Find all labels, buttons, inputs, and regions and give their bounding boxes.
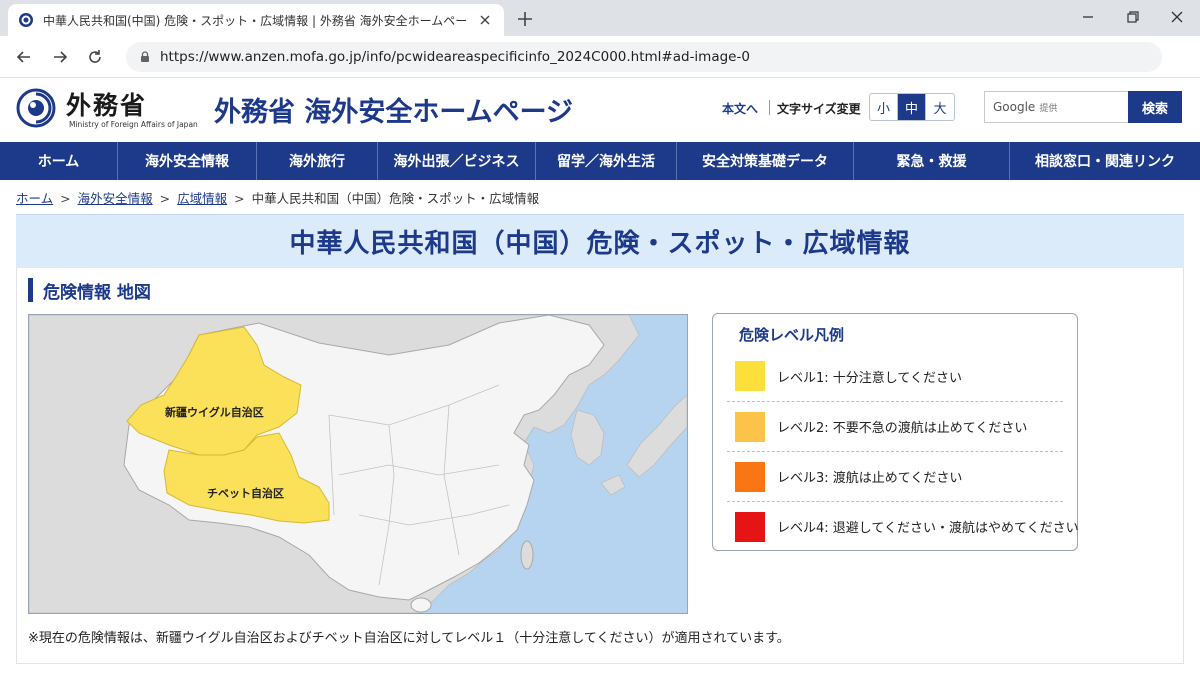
page-title-band: 中華人民共和国（中国）危険・スポット・広域情報 bbox=[16, 214, 1184, 268]
nav-item-basic-data[interactable]: 安全対策基礎データ bbox=[677, 142, 854, 180]
reload-icon[interactable] bbox=[85, 47, 105, 67]
legend-label: レベル3: 渡航は止めてください bbox=[777, 471, 963, 486]
search-brand: Google bbox=[993, 100, 1036, 114]
search-button[interactable]: 検索 bbox=[1128, 91, 1182, 123]
mofa-favicon-icon bbox=[19, 13, 33, 27]
address-bar[interactable]: https://www.anzen.mofa.go.jp/info/pcwide… bbox=[126, 42, 1162, 72]
nav-item-consultation[interactable]: 相談窓口・関連リンク bbox=[1010, 142, 1200, 180]
breadcrumb: ホーム > 海外安全情報 > 広域情報 > 中華人民共和国（中国）危険・スポット・広域情報 bbox=[16, 188, 539, 207]
legend-item-level4: レベル4: 退避してください・渡航はやめてください bbox=[727, 501, 1079, 551]
font-size-small-button[interactable]: 小 bbox=[870, 94, 898, 120]
minimize-icon[interactable] bbox=[1079, 8, 1097, 26]
close-tab-icon[interactable] bbox=[476, 11, 494, 29]
breadcrumb-separator: > bbox=[234, 191, 245, 206]
map-svg: 新疆ウイグル自治区 チベット自治区 bbox=[29, 315, 687, 613]
level2-swatch bbox=[735, 411, 765, 442]
search-input[interactable]: Google 提供 bbox=[984, 91, 1128, 123]
section-heading: 危険情報 地図 bbox=[28, 278, 151, 303]
hainan-island bbox=[410, 597, 432, 613]
legend-title: 危険レベル凡例 bbox=[739, 326, 845, 344]
level3-swatch bbox=[735, 461, 765, 492]
tab-title: 中華人民共和国(中国) 危険・スポット・広域情報 | 外務省 海外安全ホームペー… bbox=[43, 13, 468, 28]
breadcrumb-current: 中華人民共和国（中国）危険・スポット・広域情報 bbox=[251, 191, 540, 206]
nav-item-home[interactable]: ホーム bbox=[0, 142, 118, 180]
divider bbox=[769, 100, 770, 115]
global-nav: ホーム 海外安全情報 海外旅行 海外出張／ビジネス 留学／海外生活 安全対策基礎… bbox=[0, 142, 1200, 180]
legend-item-level2: レベル2: 不要不急の渡航は止めてください bbox=[727, 401, 1063, 451]
nav-item-emergency[interactable]: 緊急・救援 bbox=[854, 142, 1010, 180]
font-size-medium-button[interactable]: 中 bbox=[898, 94, 926, 120]
region-label-xinjiang: 新疆ウイグル自治区 bbox=[165, 405, 264, 419]
skip-to-content-link[interactable]: 本文へ bbox=[722, 100, 758, 117]
legend-item-level1: レベル1: 十分注意してください bbox=[727, 351, 1063, 401]
legend-item-level3: レベル3: 渡航は止めてください bbox=[727, 451, 1063, 501]
taiwan-island bbox=[520, 540, 534, 570]
danger-map: 新疆ウイグル自治区 チベット自治区 bbox=[28, 314, 688, 614]
ministry-name-en: Ministry of Foreign Affairs of Japan bbox=[69, 120, 198, 129]
close-window-icon[interactable] bbox=[1168, 8, 1186, 26]
region-label-tibet: チベット自治区 bbox=[207, 486, 284, 500]
nav-item-travel[interactable]: 海外旅行 bbox=[257, 142, 378, 180]
breadcrumb-link-wide-area[interactable]: 広域情報 bbox=[177, 191, 227, 206]
breadcrumb-separator: > bbox=[60, 191, 71, 206]
new-tab-icon[interactable] bbox=[515, 9, 535, 29]
font-size-switcher: 小 中 大 bbox=[869, 93, 955, 121]
font-size-large-button[interactable]: 大 bbox=[926, 94, 954, 120]
page-title: 中華人民共和国（中国）危険・スポット・広域情報 bbox=[289, 229, 911, 259]
url-text: https://www.anzen.mofa.go.jp/info/pcwide… bbox=[160, 49, 750, 65]
legend-label: レベル1: 十分注意してください bbox=[777, 370, 963, 386]
browser-tabstrip: 中華人民共和国(中国) 危険・スポット・広域情報 | 外務省 海外安全ホームペー… bbox=[0, 0, 1200, 36]
danger-info-note: ※現在の危険情報は、新疆ウイグル自治区およびチベット自治区に対してレベル１（十分… bbox=[28, 631, 790, 646]
breadcrumb-link-safety-info[interactable]: 海外安全情報 bbox=[78, 191, 153, 206]
nav-item-business[interactable]: 海外出張／ビジネス bbox=[378, 142, 536, 180]
font-size-label: 文字サイズ変更 bbox=[777, 102, 861, 116]
nav-item-study-life[interactable]: 留学／海外生活 bbox=[536, 142, 677, 180]
search-brand-sub: 提供 bbox=[1039, 103, 1058, 114]
danger-level-legend: 危険レベル凡例 レベル1: 十分注意してください レベル2: 不要不急の渡航は止… bbox=[712, 313, 1079, 551]
forward-arrow-icon[interactable] bbox=[50, 47, 70, 67]
nav-item-safety-info[interactable]: 海外安全情報 bbox=[118, 142, 257, 180]
restore-icon[interactable] bbox=[1124, 8, 1142, 26]
breadcrumb-separator: > bbox=[159, 191, 171, 206]
browser-tab[interactable]: 中華人民共和国(中国) 危険・スポット・広域情報 | 外務省 海外安全ホームペー… bbox=[8, 4, 504, 36]
heading-accent-bar bbox=[28, 278, 33, 302]
level1-swatch bbox=[735, 361, 765, 391]
mofa-logo-icon[interactable] bbox=[16, 88, 56, 128]
lock-icon bbox=[141, 51, 149, 62]
site-header: 外務省 Ministry of Foreign Affairs of Japan… bbox=[0, 78, 1200, 142]
section-heading-text: 危険情報 地図 bbox=[43, 282, 151, 303]
back-arrow-icon[interactable] bbox=[14, 47, 34, 67]
legend-label: レベル4: 退避してください・渡航はやめてください bbox=[777, 521, 1079, 536]
site-title[interactable]: 外務省 海外安全ホームページ bbox=[214, 90, 573, 129]
level4-swatch bbox=[735, 511, 765, 542]
breadcrumb-link-home[interactable]: ホーム bbox=[16, 191, 53, 206]
ministry-name[interactable]: 外務省 bbox=[66, 86, 147, 122]
legend-label: レベル2: 不要不急の渡航は止めてください bbox=[777, 421, 1028, 436]
browser-toolbar: https://www.anzen.mofa.go.jp/info/pcwide… bbox=[0, 36, 1200, 78]
